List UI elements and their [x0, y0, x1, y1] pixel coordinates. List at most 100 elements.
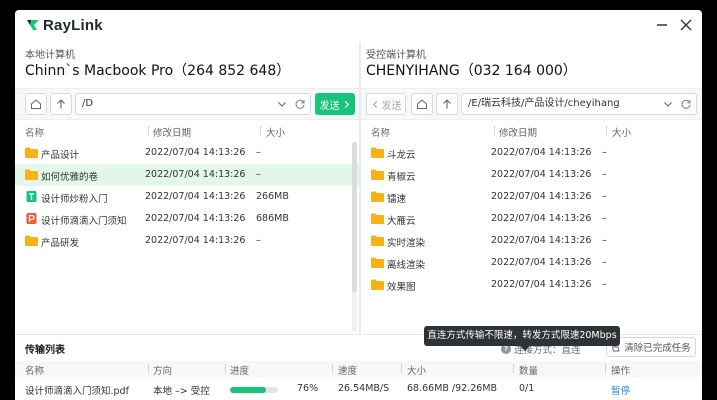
- remote-path-input[interactable]: /E/瑞云科技/产品设计/cheyihang: [461, 93, 697, 115]
- local-file-list: 产品设计 2022/07/04 14:13:26 – 如何优雅的卷 2022/0…: [15, 142, 359, 252]
- transfer-progress-label: 76%: [297, 383, 319, 394]
- raylink-window: RayLink 本地计算机 Chinn`s Macbook Pro（264 85…: [15, 10, 702, 400]
- file-date: 2022/07/04 14:13:26: [491, 191, 592, 202]
- folder-icon: [371, 279, 384, 290]
- file-row[interactable]: 效果图 2022/07/04 14:13:26 –: [361, 274, 702, 296]
- file-date: 2022/07/04 14:13:26: [491, 147, 592, 158]
- file-size: –: [602, 147, 607, 158]
- remote-toolbar: 发送 /E/瑞云科技/产品设计/cheyihang: [361, 88, 702, 120]
- transfer-row[interactable]: 设计师滴滴入门须知.pdf 本地 –> 受控 76% 26.54MB/S 68.…: [15, 379, 702, 400]
- file-name: 离线渲染: [387, 260, 426, 271]
- file-date: 2022/07/04 14:13:26: [145, 169, 246, 180]
- col-name[interactable]: 名称: [25, 125, 44, 139]
- transfer-speed: 26.54MB/S: [338, 383, 390, 394]
- file-row[interactable]: 青椒云 2022/07/04 14:13:26 –: [361, 164, 702, 186]
- scrollbar-thumb[interactable]: [352, 142, 357, 292]
- file-name: 大雁云: [387, 216, 416, 227]
- file-date: 2022/07/04 14:13:26: [145, 191, 246, 202]
- chevron-left-icon: [372, 100, 377, 108]
- file-name: 设计师炒粉入门: [41, 194, 108, 205]
- file-name: 产品研发: [41, 238, 80, 249]
- col-date[interactable]: 修改日期: [499, 125, 537, 139]
- clear-completed-label: 清除已完成任务: [624, 343, 691, 354]
- file-date: 2022/07/04 14:13:26: [145, 147, 246, 158]
- close-button[interactable]: [677, 16, 695, 34]
- arrow-up-icon: [443, 99, 451, 109]
- file-date: 2022/07/04 14:13:26: [491, 169, 592, 180]
- col-size: 大小: [407, 366, 427, 377]
- file-row[interactable]: 斗龙云 2022/07/04 14:13:26 –: [361, 142, 702, 164]
- file-size: –: [602, 191, 607, 202]
- file-size: –: [602, 235, 607, 246]
- file-size: 686MB: [256, 213, 289, 224]
- local-path-input[interactable]: /D: [75, 93, 311, 115]
- col-separator: |: [400, 363, 404, 374]
- remote-up-button[interactable]: [436, 93, 458, 115]
- home-icon: [417, 99, 427, 109]
- col-count: 数量: [519, 366, 539, 377]
- local-up-button[interactable]: [50, 93, 72, 115]
- local-send-button[interactable]: 发送: [315, 93, 355, 115]
- transfer-count: 0/1: [519, 383, 535, 394]
- remote-home-button[interactable]: [411, 93, 433, 115]
- chevron-down-icon[interactable]: [276, 98, 288, 110]
- file-date: 2022/07/04 14:13:26: [145, 213, 246, 224]
- col-size[interactable]: 大小: [612, 125, 631, 139]
- send-label: 发送: [381, 100, 402, 112]
- remote-send-button[interactable]: 发送: [366, 93, 406, 115]
- transfer-title: 传输列表: [25, 345, 65, 356]
- chevron-right-icon: [344, 100, 349, 108]
- file-date: 2022/07/04 14:13:26: [491, 213, 592, 224]
- file-size: 266MB: [256, 191, 289, 202]
- transfer-column-header: 名称 | 方向 | 进度 | 速度 | 大小 | 数量 | 操作: [15, 361, 702, 377]
- col-direction: 方向: [153, 366, 173, 377]
- local-scrollbar[interactable]: [352, 142, 357, 332]
- pause-link[interactable]: 暂停: [611, 383, 630, 397]
- file-row[interactable]: 离线渲染 2022/07/04 14:13:26 –: [361, 252, 702, 274]
- chevron-down-icon[interactable]: [662, 98, 674, 110]
- minimize-icon: [657, 24, 667, 26]
- file-size: –: [256, 235, 261, 246]
- title-bar: RayLink: [15, 10, 702, 42]
- progress-fill: [230, 387, 267, 393]
- file-row[interactable]: 产品设计 2022/07/04 14:13:26 –: [15, 142, 359, 164]
- file-row[interactable]: 设计师炒粉入门 2022/07/04 14:13:26 266MB: [15, 186, 359, 208]
- t-doc-icon: [26, 191, 37, 202]
- file-size: –: [602, 279, 607, 290]
- file-row[interactable]: 镭速 2022/07/04 14:13:26 –: [361, 186, 702, 208]
- folder-icon: [25, 235, 38, 246]
- file-row[interactable]: 大雁云 2022/07/04 14:13:26 –: [361, 208, 702, 230]
- pdf-icon: [26, 213, 37, 224]
- file-row-selected[interactable]: 如何优雅的卷 2022/07/04 14:13:26 –: [15, 164, 359, 186]
- connection-tooltip: 直连方式传输不限速，转发方式限速20Mbps: [424, 326, 620, 351]
- remote-column-header: 名称 | 修改日期 | 大小: [361, 122, 702, 140]
- arrow-up-icon: [57, 99, 65, 109]
- local-pane-subtitle: 本地计算机: [25, 50, 75, 61]
- col-action: 操作: [611, 366, 631, 377]
- local-home-button[interactable]: [25, 93, 47, 115]
- local-column-header: 名称 | 修改日期 | 大小: [15, 122, 359, 140]
- raylink-logo: RayLink: [25, 16, 103, 34]
- file-row[interactable]: 实时渲染 2022/07/04 14:13:26 –: [361, 230, 702, 252]
- file-row[interactable]: 产品研发 2022/07/04 14:13:26 –: [15, 230, 359, 252]
- file-row[interactable]: 设计师滴滴入门须知 2022/07/04 14:13:26 686MB: [15, 208, 359, 230]
- folder-icon: [25, 169, 38, 180]
- col-name[interactable]: 名称: [371, 125, 390, 139]
- file-name: 实时渲染: [387, 238, 426, 249]
- local-pane: 本地计算机 Chinn`s Macbook Pro（264 852 648） /…: [15, 42, 359, 334]
- local-computer-title: Chinn`s Macbook Pro（264 852 648）: [25, 63, 291, 79]
- refresh-icon[interactable]: [294, 98, 306, 110]
- remote-file-list: 斗龙云 2022/07/04 14:13:26 – 青椒云 2022/07/04…: [361, 142, 702, 296]
- col-progress: 进度: [230, 366, 250, 377]
- folder-icon: [371, 213, 384, 224]
- file-size: –: [256, 169, 261, 180]
- col-date[interactable]: 修改日期: [153, 125, 191, 139]
- file-name: 青椒云: [387, 172, 416, 183]
- transfer-file-name: 设计师滴滴入门须知.pdf: [25, 386, 129, 397]
- home-icon: [31, 99, 41, 109]
- file-name: 斗龙云: [387, 150, 416, 161]
- refresh-icon[interactable]: [680, 98, 692, 110]
- file-name: 镭速: [387, 194, 407, 205]
- col-size[interactable]: 大小: [266, 125, 285, 139]
- minimize-button[interactable]: [653, 16, 671, 34]
